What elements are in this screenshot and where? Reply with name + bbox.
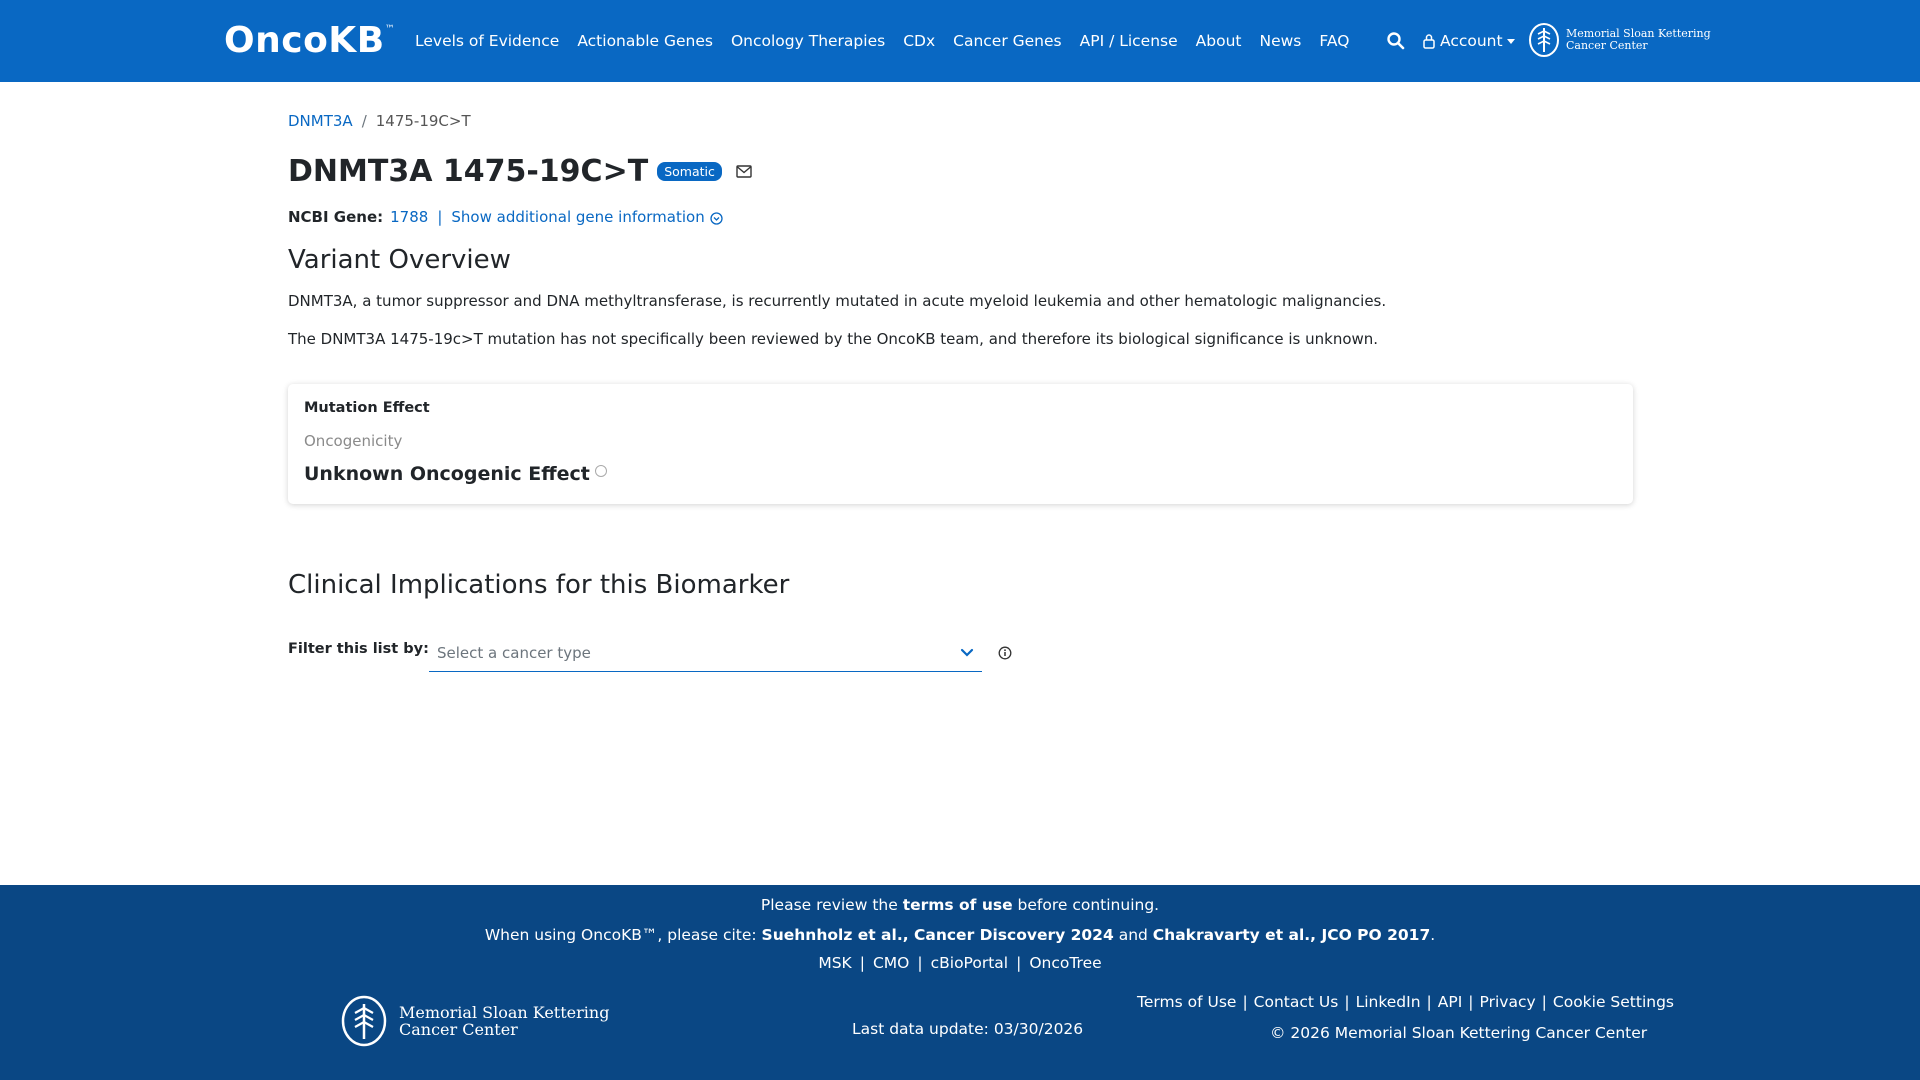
logo-text: OncoKB — [224, 20, 385, 61]
top-navbar: OncoKB ™ Levels of Evidence Actionable Ge… — [0, 0, 1920, 82]
separator: | — [859, 954, 865, 972]
nav-actionable-genes[interactable]: Actionable Genes — [577, 32, 713, 50]
breadcrumb: DNMT3A / 1475-19C>T — [288, 112, 471, 130]
page-title: DNMT3A 1475-19C>T — [288, 154, 649, 189]
variant-overview-heading: Variant Overview — [288, 245, 511, 275]
footer-partner-links: MSK | CMO | cBioPortal | OncoTree — [0, 954, 1920, 972]
footer-linkedin[interactable]: LinkedIn — [1356, 993, 1421, 1011]
separator: | — [1541, 993, 1547, 1011]
oncokb-logo[interactable]: OncoKB ™ — [224, 20, 395, 61]
lock-icon — [1423, 34, 1435, 49]
mutation-effect-label: Mutation Effect — [304, 400, 430, 416]
chevron-circle-down-icon[interactable] — [710, 212, 723, 225]
nav-levels-of-evidence[interactable]: Levels of Evidence — [415, 32, 559, 50]
cite-end: . — [1430, 926, 1436, 944]
footer-contact-us[interactable]: Contact Us — [1254, 993, 1339, 1011]
footer-review-line: Please review the terms of use before co… — [0, 896, 1920, 914]
nav-cdx[interactable]: CDx — [903, 32, 935, 50]
separator: | — [1344, 993, 1350, 1011]
nav-api-license[interactable]: API / License — [1080, 32, 1178, 50]
cite-and: and — [1113, 926, 1153, 944]
cancer-type-select[interactable]: Select a cancer type — [429, 634, 982, 672]
oncogenicity-label: Oncogenicity — [304, 432, 403, 450]
overview-paragraph-1: DNMT3A, a tumor suppressor and DNA methy… — [288, 292, 1387, 310]
footer-privacy[interactable]: Privacy — [1480, 993, 1536, 1011]
msk-emblem-icon — [1529, 23, 1559, 57]
msk-nav-line2: Cancer Center — [1566, 39, 1648, 52]
review-post: before continuing. — [1012, 896, 1160, 914]
nav-links: Levels of Evidence Actionable Genes Onco… — [415, 0, 1367, 82]
separator: | — [1016, 954, 1022, 972]
gene-info-line: NCBI Gene: 1788 | Show additional gene i… — [288, 208, 723, 226]
ncbi-gene-label: NCBI Gene: — [288, 208, 384, 226]
breadcrumb-current: 1475-19C>T — [375, 112, 471, 130]
footer-terms-of-use[interactable]: Terms of Use — [1137, 993, 1236, 1011]
msk-logo-footer[interactable]: Memorial Sloan Kettering Cancer Center — [341, 995, 609, 1047]
account-label: Account — [1440, 32, 1503, 50]
footer-right-links: Terms of Use | Contact Us | LinkedIn | A… — [1137, 993, 1674, 1011]
copyright: © 2026 Memorial Sloan Kettering Cancer C… — [1270, 1024, 1648, 1042]
somatic-badge: Somatic — [657, 162, 722, 181]
oncogenicity-circle-icon — [594, 465, 607, 477]
nav-news[interactable]: News — [1260, 32, 1302, 50]
ncbi-gene-link[interactable]: 1788 — [390, 208, 428, 226]
nav-cancer-genes[interactable]: Cancer Genes — [953, 32, 1062, 50]
mutation-effect-card: Mutation Effect Oncogenicity Unknown Onc… — [288, 384, 1633, 504]
filter-label: Filter this list by: — [288, 641, 429, 657]
breadcrumb-separator: / — [361, 112, 367, 130]
gene-info-separator: | — [437, 208, 443, 226]
cite-pre: When using OncoKB™, please cite: — [484, 926, 762, 944]
separator: | — [1242, 993, 1248, 1011]
oncogenicity-value-text: Unknown Oncogenic Effect — [304, 463, 590, 485]
msk-footer-line2: Cancer Center — [399, 1020, 518, 1039]
footer-link-cmo[interactable]: CMO — [873, 954, 909, 972]
caret-down-icon — [1506, 38, 1515, 44]
chevron-down-icon[interactable] — [960, 648, 974, 658]
nav-oncology-therapies[interactable]: Oncology Therapies — [731, 32, 885, 50]
separator: | — [917, 954, 923, 972]
msk-footer-line1: Memorial Sloan Kettering — [399, 1003, 610, 1022]
terms-of-use-link[interactable]: terms of use — [903, 896, 1013, 914]
nav-about[interactable]: About — [1196, 32, 1242, 50]
cite-chakravarty-link[interactable]: Chakravarty et al., JCO PO 2017 — [1153, 926, 1430, 944]
footer: Please review the terms of use before co… — [0, 885, 1920, 1080]
footer-cookie-settings[interactable]: Cookie Settings — [1553, 993, 1674, 1011]
mail-icon[interactable] — [736, 165, 752, 178]
clinical-implications-heading: Clinical Implications for this Biomarker — [288, 570, 790, 600]
cancer-type-select-placeholder: Select a cancer type — [437, 643, 591, 662]
nav-right: Account — [1386, 0, 1515, 82]
page-title-row: DNMT3A 1475-19C>T Somatic — [288, 154, 752, 189]
search-icon[interactable] — [1386, 31, 1406, 51]
footer-link-oncotree[interactable]: OncoTree — [1029, 954, 1101, 972]
overview-paragraph-2: The DNMT3A 1475-19c>T mutation has not s… — [288, 330, 1379, 348]
separator: | — [1426, 993, 1432, 1011]
oncogenicity-value: Unknown Oncogenic Effect — [304, 463, 607, 485]
show-gene-info-link[interactable]: Show additional gene information — [451, 208, 704, 226]
footer-api[interactable]: API — [1438, 993, 1463, 1011]
review-pre: Please review the — [760, 896, 903, 914]
logo-tm: ™ — [384, 24, 396, 35]
account-dropdown[interactable]: Account — [1422, 32, 1515, 50]
nav-faq[interactable]: FAQ — [1319, 32, 1349, 50]
breadcrumb-gene[interactable]: DNMT3A — [288, 112, 353, 130]
info-icon[interactable] — [998, 646, 1012, 660]
footer-cite-line: When using OncoKB™, please cite: Suehnho… — [0, 926, 1920, 944]
last-data-update: Last data update: 03/30/2026 — [852, 1020, 1084, 1038]
footer-link-msk[interactable]: MSK — [818, 954, 851, 972]
cite-suehnholz-link[interactable]: Suehnholz et al., Cancer Discovery 2024 — [762, 926, 1114, 944]
msk-emblem-icon — [341, 995, 387, 1047]
separator: | — [1468, 993, 1474, 1011]
msk-logo-nav[interactable]: Memorial Sloan Kettering Cancer Center — [1528, 22, 1711, 58]
footer-link-cbioportal[interactable]: cBioPortal — [931, 954, 1008, 972]
